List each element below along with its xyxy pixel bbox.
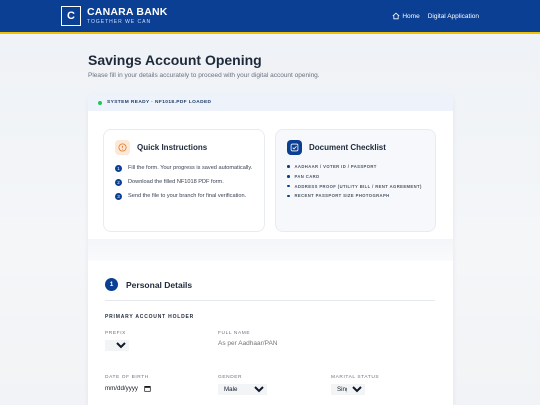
step-text: Fill the form. Your progress is saved au… xyxy=(128,165,253,171)
bullet-icon xyxy=(287,194,290,198)
gender-label: GENDER xyxy=(218,375,243,380)
step-text: Download the filled NF1018 PDF form. xyxy=(128,179,224,185)
list-item: ADDRESS PROOF (UTILITY BILL / RENT AGREE… xyxy=(287,184,422,189)
marital-status-select[interactable]: Single xyxy=(331,384,365,395)
status-text: SYSTEM READY · NF1018.PDF LOADED xyxy=(107,100,212,105)
list-item: 2 Download the filled NF1018 PDF form. xyxy=(115,178,260,186)
list-item: AADHAAR / VOTER ID / PASSPORT xyxy=(287,164,422,169)
personal-details-header: 1 Personal Details xyxy=(105,278,192,291)
checklist-title: Document Checklist xyxy=(309,143,386,152)
checklist-list: AADHAAR / VOTER ID / PASSPORT PAN CARD A… xyxy=(287,164,422,203)
step-text: Send the file to your branch for final v… xyxy=(128,193,247,199)
checklist-item-text: PAN CARD xyxy=(294,173,320,179)
full-name-input[interactable] xyxy=(218,340,338,347)
nav-digital-label: Digital Application xyxy=(427,12,479,20)
bullet-icon xyxy=(287,175,290,178)
prefix-select[interactable]: Mr. xyxy=(105,340,129,351)
brand-text: CANARA BANK TOGETHER WE CAN xyxy=(87,6,168,26)
page-subtitle: Please fill in your details accurately t… xyxy=(88,72,320,79)
section-rule xyxy=(105,300,435,301)
marital-status-label: MARITAL STATUS xyxy=(331,375,380,380)
home-icon xyxy=(392,12,400,20)
nav-digital-application-link[interactable]: Digital Application xyxy=(428,13,479,20)
gender-select[interactable]: Male xyxy=(218,384,267,395)
full-name-label: FULL NAME xyxy=(218,331,251,336)
document-checklist-panel: Document Checklist AADHAAR / VOTER ID / … xyxy=(275,129,436,232)
instructions-list: 1 Fill the form. Your progress is saved … xyxy=(115,164,260,206)
quick-instructions-panel: Quick Instructions 1 Fill the form. Your… xyxy=(103,129,265,232)
checklist-item-text: AADHAAR / VOTER ID / PASSPORT xyxy=(294,164,377,169)
top-navigation-bar: C CANARA BANK TOGETHER WE CAN Home Digit… xyxy=(0,0,540,34)
logo-mark: C xyxy=(61,6,81,26)
bank-name: CANARA BANK xyxy=(87,6,168,18)
checklist-header: Document Checklist xyxy=(287,140,386,155)
bullet-icon xyxy=(287,165,290,168)
bank-logo[interactable]: C CANARA BANK TOGETHER WE CAN xyxy=(61,6,168,26)
page-title: Savings Account Opening xyxy=(88,52,262,68)
step-number: 2 xyxy=(115,178,122,186)
dob-input[interactable]: mm/dd/yyyy xyxy=(105,385,151,392)
prefix-label: PREFIX xyxy=(105,331,126,336)
info-icon xyxy=(115,140,130,155)
status-dot-icon xyxy=(98,100,102,105)
list-item: PAN CARD xyxy=(287,174,422,179)
calendar-icon[interactable] xyxy=(144,385,151,392)
nav-links: Home Digital Application xyxy=(392,12,479,20)
system-status-bar: SYSTEM READY · NF1018.PDF LOADED xyxy=(88,94,453,111)
step-number: 3 xyxy=(115,192,122,200)
checklist-item-text: ADDRESS PROOF (UTILITY BILL / RENT AGREE… xyxy=(294,183,422,189)
checkbox-icon xyxy=(287,140,302,155)
list-item: RECENT PASSPORT SIZE PHOTOGRAPH xyxy=(287,193,422,198)
bullet-icon xyxy=(287,184,290,188)
checklist-item-text: RECENT PASSPORT SIZE PHOTOGRAPH xyxy=(294,193,390,199)
section-divider xyxy=(88,239,453,261)
list-item: 3 Send the file to your branch for final… xyxy=(115,192,260,200)
step-number: 1 xyxy=(115,164,122,172)
instructions-header: Quick Instructions xyxy=(115,140,207,155)
section-title: Personal Details xyxy=(126,279,193,290)
dob-label: DATE OF BIRTH xyxy=(105,375,149,380)
list-item: 1 Fill the form. Your progress is saved … xyxy=(115,164,260,172)
bank-tagline: TOGETHER WE CAN xyxy=(87,19,152,25)
application-card: SYSTEM READY · NF1018.PDF LOADED Quick I… xyxy=(88,94,453,405)
section-number-badge: 1 xyxy=(105,278,118,291)
primary-holder-label: PRIMARY ACCOUNT HOLDER xyxy=(105,314,195,320)
instructions-title: Quick Instructions xyxy=(137,143,208,152)
nav-home-link[interactable]: Home xyxy=(392,12,420,20)
nav-home-label: Home xyxy=(402,12,420,20)
dob-value: mm/dd/yyyy xyxy=(105,385,139,392)
